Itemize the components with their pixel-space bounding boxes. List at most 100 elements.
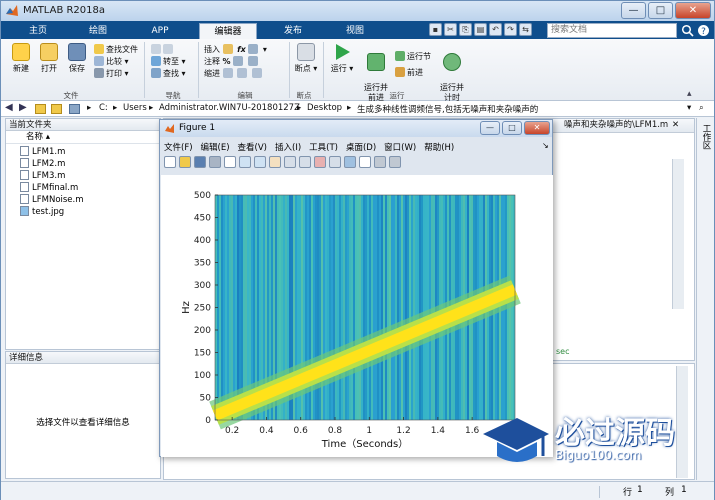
colorbar-icon[interactable] [344,156,356,168]
breadcrumb-user-folder[interactable]: Administrator.WIN7U-20180127Z [159,103,300,113]
menu-help[interactable]: 帮助(H) [424,143,454,153]
insert-button[interactable]: 插入 fx ▾ [204,44,267,56]
list-item[interactable]: LFM3.m [20,170,160,182]
print-button[interactable]: 打印 ▾ [94,68,138,80]
print-icon [94,68,104,78]
help-icon[interactable]: ? [697,24,710,37]
back-icon[interactable]: ◀ [5,102,13,113]
find-files-button[interactable]: 查找文件 [94,44,138,56]
noise-stripe [357,195,359,420]
tab-view[interactable]: 视图 [335,23,375,39]
close-button[interactable]: ✕ [675,2,711,19]
noise-stripe [389,195,391,420]
breadcrumb-desktop[interactable]: Desktop [307,103,342,113]
editor-close-icon[interactable]: ✕ [672,119,679,131]
paste-quick-icon[interactable]: ▤ [474,23,487,36]
open-file-icon[interactable] [179,156,191,168]
x-tick-label: 0.8 [328,426,343,436]
data-cursor-icon[interactable] [299,156,311,168]
undo-quick-icon[interactable]: ↶ [489,23,502,36]
open-button[interactable]: 打开 [35,43,63,74]
percent-icon[interactable]: % [223,57,231,66]
redo-quick-icon[interactable]: ↷ [504,23,517,36]
breadcrumb-drive[interactable]: C: [99,103,108,113]
breadcrumb-project-folder[interactable]: 生成多种线性调频信号,包括无噪声和夹杂噪声的 [357,103,538,115]
tab-plots[interactable]: 绘图 [79,23,117,39]
cut-quick-icon[interactable]: ✂ [444,23,457,36]
parent-folder-icon[interactable] [35,104,46,114]
zoom-out-icon[interactable] [254,156,266,168]
legend-icon[interactable] [359,156,371,168]
menu-view[interactable]: 查看(V) [238,143,267,153]
tab-editor[interactable]: 编辑器 [199,23,257,39]
new-figure-icon[interactable] [164,156,176,168]
address-dropdown-icon[interactable]: ▾ [687,103,691,113]
advance-button[interactable]: 前进 [395,67,431,79]
goto-icon [151,56,161,66]
address-search-icon[interactable]: ⌕ [699,103,704,113]
menu-desktop[interactable]: 桌面(D) [346,143,376,153]
save-button[interactable]: 保存 [63,43,91,74]
pan-icon[interactable] [269,156,281,168]
list-item[interactable]: LFMfinal.m [20,182,160,194]
up-folder-icon[interactable] [51,104,62,114]
tab-apps[interactable]: APP [141,23,179,39]
run-section-button[interactable]: 运行节 [395,51,431,63]
print-figure-icon[interactable] [209,156,221,168]
maximize-button[interactable]: □ [648,2,673,19]
list-item[interactable]: LFM1.m [20,146,160,158]
noise-stripe [395,195,397,420]
copy-quick-icon[interactable]: ⎘ [459,23,472,36]
figure-maximize-button[interactable]: □ [502,121,522,135]
save-figure-icon[interactable] [194,156,206,168]
nav-arrows[interactable] [151,44,186,56]
comment-button[interactable]: 注释 % [204,56,267,68]
minimize-button[interactable]: — [621,2,646,19]
save-quick-icon[interactable]: ▪ [429,23,442,36]
hide-tools-icon[interactable] [374,156,386,168]
menu-insert[interactable]: 插入(I) [275,143,301,153]
goto-button[interactable]: 转至 ▾ [151,56,186,68]
breadcrumb-users[interactable]: Users [123,103,147,113]
browse-folder-icon[interactable] [69,104,80,114]
menu-tools[interactable]: 工具(T) [309,143,338,153]
edit-plot-icon[interactable] [224,156,236,168]
name-column-header[interactable]: 名称 ▴ [6,131,160,144]
indent-button[interactable]: 缩进 [204,68,267,80]
link-plot-icon[interactable] [329,156,341,168]
brush-icon[interactable] [314,156,326,168]
insert-icon [222,44,233,54]
tab-publish[interactable]: 发布 [273,23,313,39]
x-tick-label: 0.4 [259,426,274,436]
list-item[interactable]: test.jpg [20,206,160,218]
list-item[interactable]: LFMNoise.m [20,194,160,206]
menu-file[interactable]: 文件(F) [164,143,193,153]
figure-close-button[interactable]: ✕ [524,121,550,135]
fx-icon[interactable]: fx [237,45,246,54]
tab-home[interactable]: 主页 [19,23,57,39]
workspace-tab[interactable]: 工作区 [700,124,712,150]
new-button[interactable]: 新建 [7,43,35,74]
menu-edit[interactable]: 编辑(E) [201,143,230,153]
list-item[interactable]: LFM2.m [20,158,160,170]
figure-menu-dock-icon[interactable]: ↘ [542,141,549,150]
zoom-in-icon[interactable] [239,156,251,168]
rotate-3d-icon[interactable] [284,156,296,168]
find-button[interactable]: 查找 ▾ [151,68,186,80]
forward-icon[interactable]: ▶ [19,102,27,113]
breakpoints-button[interactable]: 断点 ▾ [293,43,319,74]
switch-windows-icon[interactable]: ⇆ [519,23,532,36]
compare-button[interactable]: 比较 ▾ [94,56,138,68]
menu-window[interactable]: 窗口(W) [384,143,416,153]
search-icon[interactable] [681,24,694,37]
collapse-ribbon-icon[interactable]: ▴ [687,89,692,99]
editor-scrollbar[interactable] [672,159,684,309]
run-button[interactable]: 运行 ▾ [327,43,357,74]
run-and-time-button[interactable]: 运行并 计时 [437,43,467,103]
dock-figure-icon[interactable] [389,156,401,168]
figure-minimize-button[interactable]: — [480,121,500,135]
quick-access-toolbar: ▪ ✂ ⎘ ▤ ↶ ↷ ⇆ [429,23,534,37]
search-input[interactable]: 搜索文档 [547,23,677,38]
group-label-breakpoints: 断点 [296,91,312,100]
x-tick-label: 1 [366,426,372,436]
